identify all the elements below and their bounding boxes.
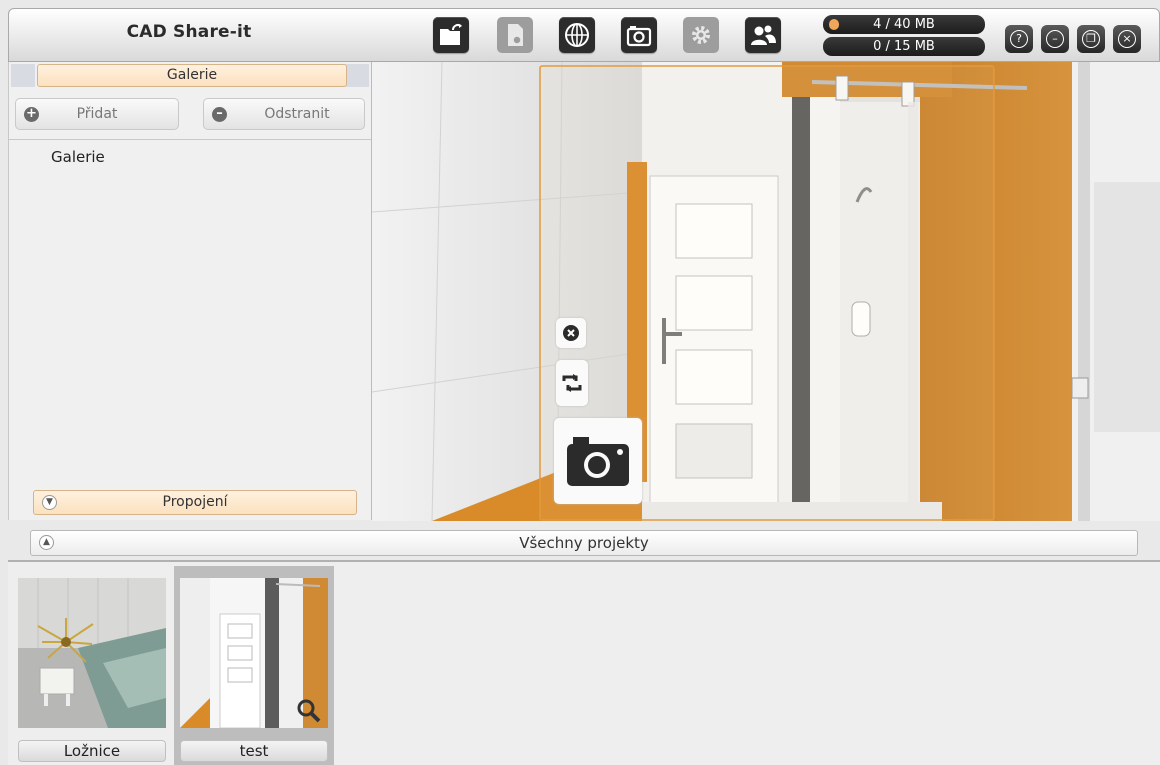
all-projects-toggle[interactable]: ▲ Všechny projekty xyxy=(30,530,1138,556)
add-button-label: Přidat xyxy=(76,106,118,122)
storage-usage-primary: 4 / 40 MB xyxy=(823,15,985,34)
all-projects-label: Všechny projekty xyxy=(519,534,649,552)
gear-icon xyxy=(692,26,710,44)
chevron-up-icon: ▲ xyxy=(39,535,54,550)
title-bar: CAD Share-it 4 / 40 MB 0 / 15 MB ? – ❐ × xyxy=(8,8,1160,62)
rotate-view-button[interactable] xyxy=(556,360,588,406)
remove-button[interactable]: – Odstranit xyxy=(203,98,365,130)
help-icon: ? xyxy=(1010,30,1028,48)
users-button[interactable] xyxy=(745,17,781,53)
help-button[interactable]: ? xyxy=(1005,25,1033,53)
connections-section-toggle[interactable]: ▼ Propojení xyxy=(33,490,357,515)
project-label-test[interactable]: test xyxy=(180,740,328,762)
minimize-icon: – xyxy=(1046,30,1064,48)
globe-icon xyxy=(565,23,589,47)
chevron-down-icon: ▼ xyxy=(42,495,57,510)
remove-button-label: Odstranit xyxy=(264,106,330,122)
open-folder-icon xyxy=(440,24,462,45)
share-online-button[interactable] xyxy=(559,17,595,53)
screenshot-button[interactable] xyxy=(621,17,657,53)
restore-button[interactable]: ❐ xyxy=(1077,25,1105,53)
tab-gallery[interactable]: Galerie xyxy=(37,64,347,87)
export-document-button[interactable] xyxy=(497,17,533,53)
project-thumbnail-loznice[interactable] xyxy=(18,578,166,728)
minimize-button[interactable]: – xyxy=(1041,25,1069,53)
gallery-actions: + Přidat – Odstranit xyxy=(9,90,371,140)
close-circle-icon xyxy=(563,325,579,341)
camera-icon xyxy=(626,26,652,47)
close-icon: × xyxy=(1118,30,1136,48)
storage-usage-secondary: 0 / 15 MB xyxy=(823,37,985,56)
add-button[interactable]: + Přidat xyxy=(15,98,179,130)
clear-selection-button[interactable] xyxy=(556,318,586,348)
app-title: CAD Share-it xyxy=(126,22,252,42)
document-icon xyxy=(508,24,523,46)
minus-icon: – xyxy=(212,107,227,122)
tab-edge-left xyxy=(11,64,35,87)
project-label-loznice[interactable]: Ložnice xyxy=(18,740,166,762)
tab-edge-right xyxy=(345,64,369,87)
close-button[interactable]: × xyxy=(1113,25,1141,53)
settings-button[interactable] xyxy=(683,17,719,53)
open-folder-button[interactable] xyxy=(433,17,469,53)
restore-icon: ❐ xyxy=(1082,30,1100,48)
zoom-icon[interactable] xyxy=(296,698,322,724)
camera-icon xyxy=(567,437,629,486)
project-thumbnail-test[interactable] xyxy=(180,578,328,728)
storage-primary-text: 4 / 40 MB xyxy=(873,17,935,32)
3d-viewport[interactable] xyxy=(372,62,1160,521)
gallery-panel: Galerie + Přidat – Odstranit Galerie ▼ P… xyxy=(8,62,372,520)
repeat-icon xyxy=(562,374,582,392)
tree-item-gallery[interactable]: Galerie xyxy=(51,148,105,166)
users-icon xyxy=(751,25,776,45)
connections-label: Propojení xyxy=(162,494,228,510)
storage-secondary-text: 0 / 15 MB xyxy=(873,39,935,54)
storage-status-dot xyxy=(829,19,839,30)
bathroom-render xyxy=(372,62,1160,521)
capture-button[interactable] xyxy=(554,418,642,504)
